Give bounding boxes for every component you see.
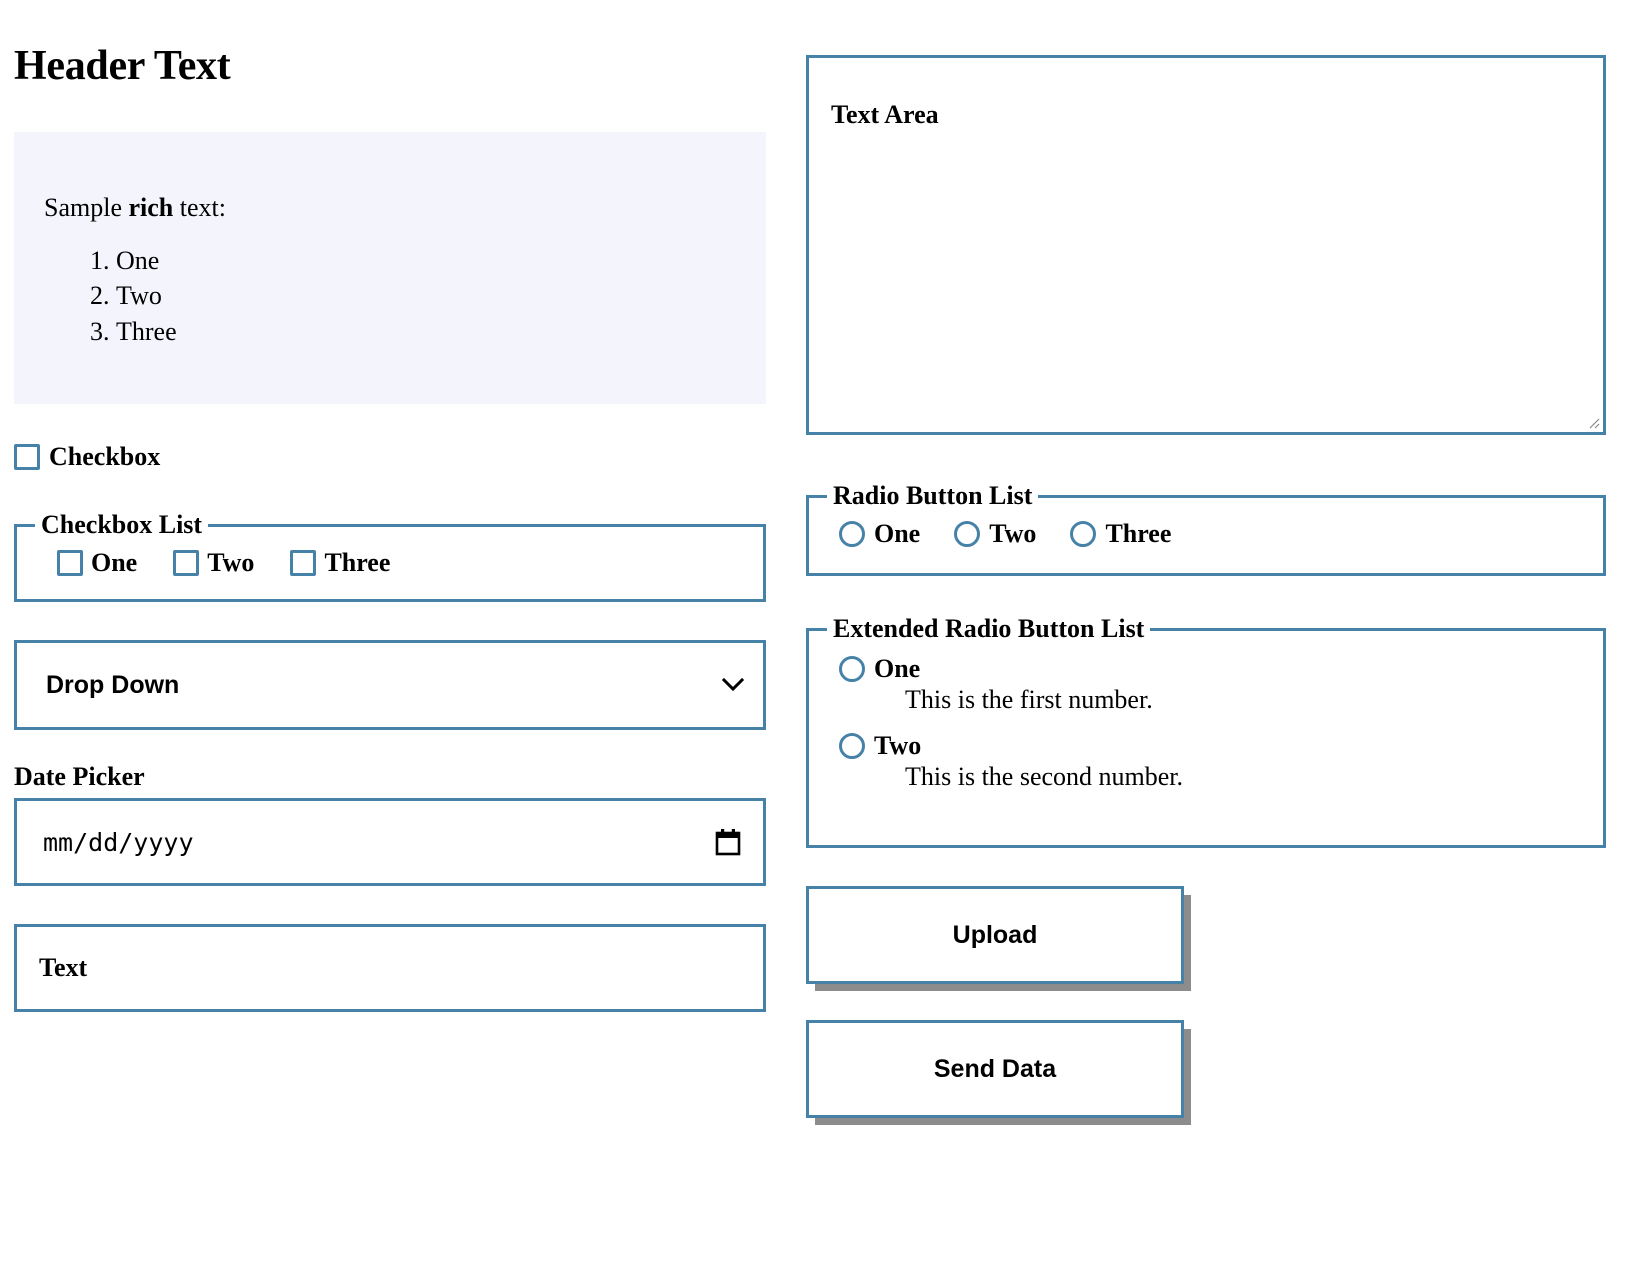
rich-text-intro: Sample rich text: [44, 192, 766, 225]
text-area-input[interactable]: Text Area [806, 55, 1606, 435]
extended-radio-item-description: This is the second number. [905, 762, 1184, 792]
rich-text-intro-bold: rich [128, 193, 174, 223]
checkbox-input[interactable] [14, 444, 40, 471]
extended-radio-item-two-header[interactable]: Two [839, 731, 1603, 761]
radio-item-label: Three [1105, 519, 1172, 548]
list-item: Two [116, 278, 766, 314]
right-column: Text Area Radio Button List One Two Thre… [790, 0, 1640, 1154]
radio-input[interactable] [839, 733, 865, 760]
checkbox-input[interactable] [173, 550, 200, 577]
text-area-label: Text Area [831, 100, 939, 129]
checkbox-item-label: Three [324, 548, 391, 578]
radio-item-label: Two [989, 519, 1037, 548]
rich-text-intro-suffix: text: [173, 193, 226, 223]
checkbox-list-item-three[interactable]: Three [290, 548, 390, 578]
date-picker-input[interactable]: mm/dd/yyyy [14, 798, 766, 887]
radio-item-label: One [874, 519, 921, 548]
radio-input[interactable] [954, 521, 981, 547]
radio-item-three[interactable]: Three [1070, 519, 1171, 549]
extended-radio-item-one[interactable]: One This is the first number. [839, 654, 1603, 715]
text-input[interactable]: Text [14, 924, 766, 1013]
checkbox-item-label: Two [207, 548, 255, 578]
checkbox-list-item-one[interactable]: One [57, 548, 137, 578]
date-picker-placeholder: mm/dd/yyyy [43, 827, 194, 857]
radio-item-one[interactable]: One [839, 519, 920, 549]
rich-text-intro-prefix: Sample [44, 193, 129, 223]
checkbox-list-body: One Two Three [17, 540, 763, 586]
radio-input[interactable] [839, 521, 865, 547]
extended-radio-item-label: Two [874, 731, 922, 761]
extended-radio-item-two[interactable]: Two This is the second number. [839, 731, 1603, 792]
chevron-down-icon[interactable] [722, 674, 744, 696]
checkbox-label: Checkbox [49, 442, 161, 472]
radio-item-two[interactable]: Two [954, 519, 1036, 549]
calendar-icon[interactable] [715, 828, 741, 856]
checkbox-list-item-two[interactable]: Two [173, 548, 254, 578]
radio-input[interactable] [1070, 521, 1097, 547]
date-picker-label: Date Picker [14, 762, 145, 792]
radio-button-list-body: One Two Three [809, 511, 1603, 557]
extended-radio-button-list-body: One This is the first number. Two This i… [809, 644, 1603, 792]
page-title: Header Text [14, 43, 231, 89]
drop-down-selected-value: Drop Down [46, 670, 180, 699]
rich-text-ordered-list: One Two Three [44, 243, 766, 351]
checkbox-input[interactable] [57, 550, 83, 577]
send-data-button[interactable]: Send Data [806, 1020, 1184, 1118]
drop-down-wrapper[interactable]: Drop Down [14, 640, 766, 731]
extended-radio-button-list-group: Extended Radio Button List One This is t… [806, 614, 1606, 848]
checkbox-list-legend: Checkbox List [41, 510, 203, 540]
form-page: Header Text Sample rich text: One Two Th… [0, 0, 1640, 1280]
two-column-layout: Header Text Sample rich text: One Two Th… [0, 0, 1640, 1154]
radio-input[interactable] [839, 656, 865, 682]
drop-down-select[interactable]: Drop Down [14, 640, 766, 731]
resize-grip-icon[interactable] [1586, 415, 1600, 429]
checkbox-item-label: One [91, 548, 138, 578]
left-column: Header Text Sample rich text: One Two Th… [0, 0, 790, 1013]
extended-radio-item-label: One [874, 654, 921, 683]
upload-button[interactable]: Upload [806, 886, 1184, 984]
radio-button-list-legend: Radio Button List [833, 481, 1033, 510]
extended-radio-item-description: This is the first number. [905, 685, 1153, 714]
extended-radio-button-list-legend: Extended Radio Button List [833, 614, 1145, 643]
list-item: Three [116, 314, 766, 350]
checkbox-list-group: Checkbox List One Two Three [14, 510, 766, 603]
list-item: One [116, 243, 766, 279]
text-input-value: Text [39, 953, 88, 983]
standalone-checkbox-row[interactable]: Checkbox [14, 442, 790, 472]
extended-radio-item-one-header[interactable]: One [839, 654, 1603, 684]
checkbox-input[interactable] [290, 550, 317, 577]
rich-text-panel: Sample rich text: One Two Three [14, 132, 766, 405]
radio-button-list-group: Radio Button List One Two Three [806, 481, 1606, 576]
